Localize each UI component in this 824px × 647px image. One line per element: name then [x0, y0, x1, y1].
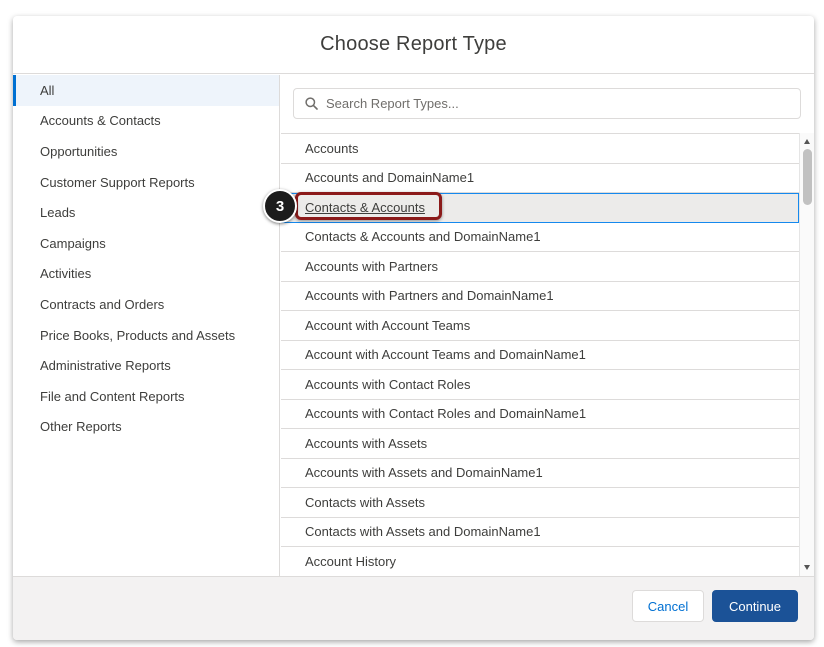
- report-type-label: Accounts with Partners and DomainName1: [305, 288, 554, 304]
- report-list-scrollbar[interactable]: [799, 133, 814, 576]
- report-type-label: Contacts & Accounts and DomainName1: [305, 229, 541, 245]
- continue-button[interactable]: Continue: [712, 590, 798, 622]
- sidebar-category-item[interactable]: Administrative Reports: [13, 350, 279, 381]
- cancel-button[interactable]: Cancel: [632, 590, 704, 622]
- report-type-row[interactable]: Accounts with Contact Roles and DomainNa…: [281, 400, 799, 429]
- report-type-label: Accounts with Assets: [305, 435, 428, 451]
- sidebar-category-item[interactable]: Accounts & Contacts: [13, 106, 279, 137]
- report-type-row[interactable]: Accounts with Partners and DomainName1: [281, 282, 799, 311]
- scroll-up-arrow-icon[interactable]: [804, 139, 810, 144]
- report-type-label: Account with Account Teams: [305, 317, 471, 333]
- step-callout-highlight: [295, 192, 442, 220]
- choose-report-type-modal: Choose Report Type All Accounts & Contact…: [13, 16, 814, 640]
- sidebar-category-item[interactable]: File and Content Reports: [13, 381, 279, 412]
- report-type-row[interactable]: Accounts with Contact Roles: [281, 370, 799, 400]
- report-type-row[interactable]: Account with Account Teams and DomainNam…: [281, 341, 799, 370]
- report-type-row[interactable]: Accounts and DomainName1: [281, 164, 799, 193]
- report-type-label: Account with Account Teams and DomainNam…: [305, 347, 586, 363]
- report-type-row[interactable]: Accounts with Partners: [281, 252, 799, 282]
- sidebar-category-item[interactable]: Customer Support Reports: [13, 167, 279, 198]
- sidebar-category-item[interactable]: All: [13, 75, 279, 106]
- sidebar-category-item[interactable]: Other Reports: [13, 412, 279, 443]
- sidebar-category-item[interactable]: Leads: [13, 197, 279, 228]
- report-type-label: Accounts with Partners: [305, 258, 438, 274]
- sidebar-category-item[interactable]: Opportunities: [13, 136, 279, 167]
- report-type-row[interactable]: Contacts with Assets and DomainName1: [281, 518, 799, 547]
- sidebar-category-item[interactable]: Price Books, Products and Assets: [13, 320, 279, 351]
- sidebar-category-item[interactable]: Campaigns: [13, 228, 279, 259]
- report-type-label: Account History: [305, 553, 397, 569]
- report-type-panel: Accounts Accounts and DomainName1 Contacts…: [281, 75, 814, 576]
- report-type-row[interactable]: Account with Account Teams: [281, 311, 799, 341]
- search-box[interactable]: [293, 88, 801, 119]
- report-type-label: Contacts with Assets: [305, 494, 425, 510]
- report-type-label: Contacts with Assets and DomainName1: [305, 524, 541, 540]
- sidebar-category-item[interactable]: Contracts and Orders: [13, 289, 279, 320]
- report-type-row[interactable]: Contacts & Accounts and DomainName1: [281, 223, 799, 252]
- sidebar-category-item[interactable]: Activities: [13, 259, 279, 290]
- report-type-row[interactable]: Accounts: [281, 134, 799, 164]
- search-report-types-input[interactable]: [326, 96, 766, 111]
- step-number-badge: 3: [263, 189, 297, 223]
- report-type-row[interactable]: Accounts with Assets: [281, 429, 799, 459]
- scroll-down-arrow-icon[interactable]: [804, 565, 810, 570]
- report-type-label: Accounts and DomainName1: [305, 170, 475, 186]
- report-type-label: Accounts with Contact Roles: [305, 376, 471, 392]
- modal-header: Choose Report Type: [13, 16, 814, 74]
- report-type-row[interactable]: Contacts with Assets: [281, 488, 799, 518]
- report-type-label: Accounts: [305, 140, 359, 156]
- report-type-label: Accounts with Contact Roles and DomainNa…: [305, 406, 587, 422]
- modal-title: Choose Report Type: [320, 33, 507, 55]
- modal-footer: Cancel Continue: [13, 576, 814, 640]
- search-icon: [305, 97, 318, 110]
- report-type-row[interactable]: Account History: [281, 547, 799, 576]
- report-category-sidebar: All Accounts & Contacts Opportunities Custo…: [13, 75, 280, 576]
- scrollbar-thumb[interactable]: [803, 149, 812, 205]
- report-type-label: Accounts with Assets and DomainName1: [305, 465, 543, 481]
- report-type-row[interactable]: Accounts with Assets and DomainName1: [281, 459, 799, 488]
